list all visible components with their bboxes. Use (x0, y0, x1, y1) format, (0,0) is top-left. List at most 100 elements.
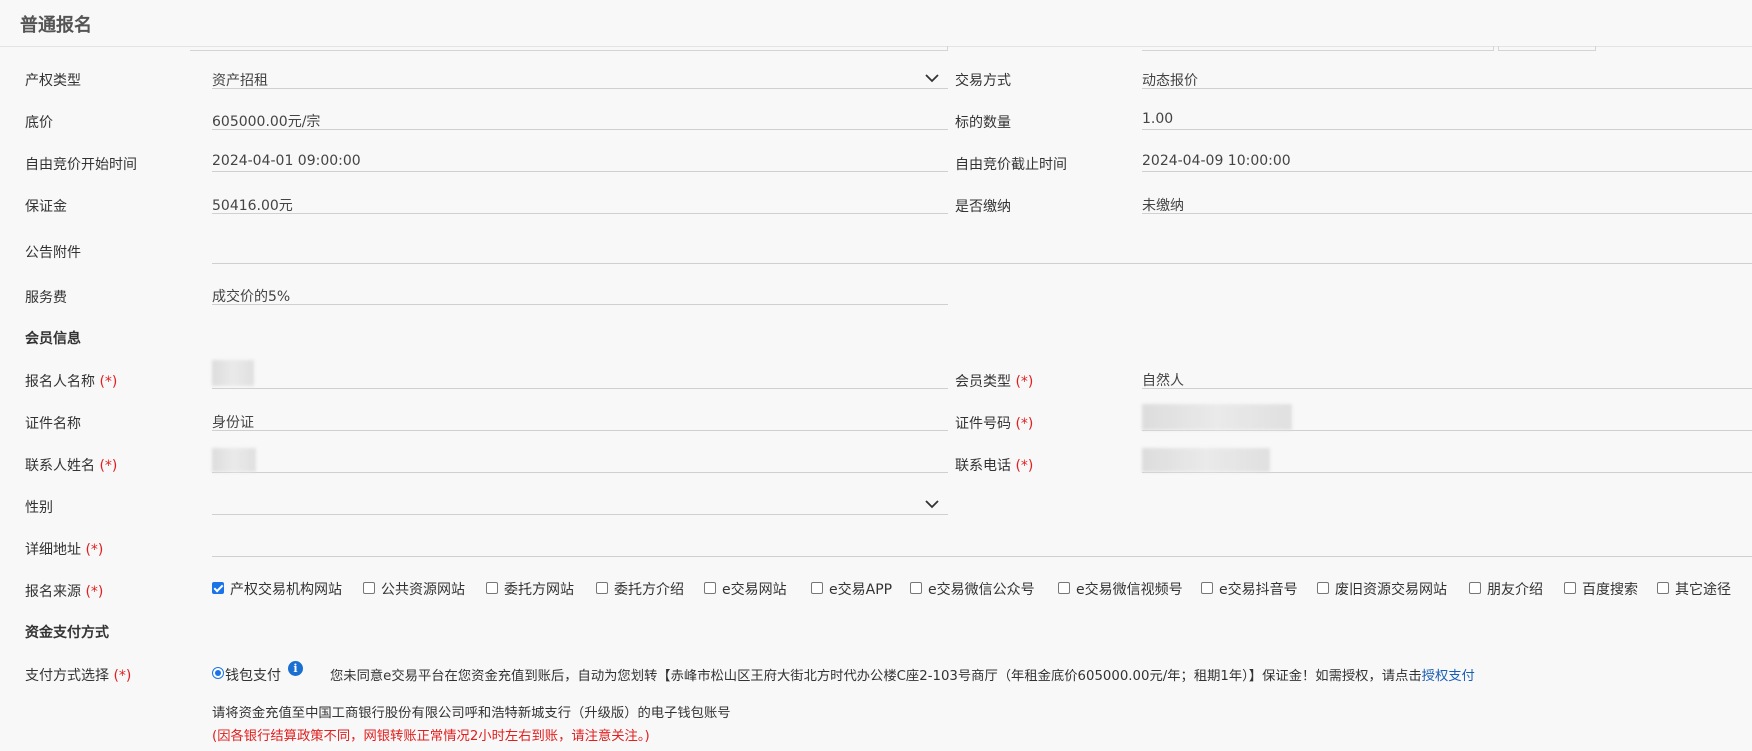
page-header: 普通报名 (0, 0, 1752, 47)
source-option-label[interactable]: 百度搜索 (1582, 579, 1638, 599)
base-price-label: 底价 (25, 115, 53, 131)
source-option-label[interactable]: 委托方介绍 (614, 579, 684, 599)
base-price-field: 605000.00元/宗 (212, 111, 948, 130)
info-icon[interactable]: i (288, 661, 303, 676)
source-option-label[interactable]: 公共资源网站 (381, 579, 465, 599)
chevron-down-icon (925, 500, 939, 509)
source-option-label[interactable]: e交易微信视频号 (1076, 579, 1183, 599)
source-option-label[interactable]: 其它途径 (1675, 579, 1731, 599)
bank-account-instruction: 请将资金充值至中国工商银行股份有限公司呼和浩特新城支行（升级版）的电子钱包账号 (212, 706, 731, 721)
transfer-warning: (因各银行结算政策不同，网银转账正常情况2小时左右到账，请注意关注。) (212, 729, 650, 744)
source-checkbox[interactable] (486, 582, 498, 594)
service-fee-field: 成交价的5% (212, 286, 948, 305)
required-marker: (*) (99, 458, 118, 474)
source-option-label[interactable]: 委托方网站 (504, 579, 574, 599)
source-checkbox[interactable] (212, 582, 224, 594)
deposit-label: 保证金 (25, 199, 67, 215)
source-checkbox[interactable] (704, 582, 716, 594)
address-input[interactable] (212, 538, 1752, 557)
member-section-title: 会员信息 (25, 331, 81, 347)
payment-method-label: 支付方式选择 (*) (25, 665, 131, 685)
redacted-value (212, 360, 254, 386)
property-type-select[interactable]: 资产招租 (212, 70, 948, 89)
paid-field: 未缴纳 (1142, 195, 1752, 214)
contact-name-label-text: 联系人姓名 (25, 458, 95, 474)
member-type-label-text: 会员类型 (955, 374, 1011, 390)
quantity-value: 1.00 (1142, 111, 1174, 127)
service-fee-value: 成交价的5% (212, 289, 291, 305)
redacted-value (1142, 448, 1270, 472)
contact-phone-label: 联系电话 (*) (955, 455, 1033, 475)
trade-method-label: 交易方式 (955, 73, 1011, 89)
start-time-label: 自由竞价开始时间 (25, 157, 137, 173)
end-time-value: 2024-04-09 10:00:00 (1142, 153, 1291, 169)
scrolled-button-stub (1498, 46, 1596, 51)
member-type-field: 自然人 (1142, 370, 1752, 389)
wallet-pay-label[interactable]: 钱包支付 (225, 665, 281, 685)
page-title: 普通报名 (20, 15, 92, 36)
source-checkbox[interactable] (596, 582, 608, 594)
required-marker: (*) (1015, 458, 1034, 474)
trade-method-field: 动态报价 (1142, 70, 1752, 89)
property-type-value: 资产招租 (212, 73, 268, 89)
attachment-field (212, 245, 1752, 264)
source-option-label[interactable]: e交易微信公众号 (928, 579, 1035, 599)
required-marker: (*) (113, 668, 132, 684)
id-number-input[interactable] (1142, 404, 1752, 431)
deposit-field: 50416.00元 (212, 195, 948, 214)
contact-phone-label-text: 联系电话 (955, 458, 1011, 474)
redacted-value (1142, 404, 1292, 430)
source-option-label[interactable]: e交易APP (829, 579, 892, 599)
member-type-value: 自然人 (1142, 373, 1184, 389)
redacted-value (212, 448, 256, 472)
gender-label: 性别 (25, 500, 53, 516)
required-marker: (*) (99, 374, 118, 390)
source-checkbox[interactable] (1564, 582, 1576, 594)
property-type-label: 产权类型 (25, 73, 81, 89)
notice-text: 您未同意e交易平台在您资金充值到账后，自动为您划转【赤峰市松山区王府大街北方时代… (330, 669, 1422, 684)
authorization-notice: 您未同意e交易平台在您资金充值到账后，自动为您划转【赤峰市松山区王府大街北方时代… (330, 665, 1475, 684)
base-price-value: 605000.00元/宗 (212, 114, 321, 130)
source-checkbox[interactable] (363, 582, 375, 594)
contact-phone-input[interactable] (1142, 448, 1752, 473)
contact-name-input[interactable] (212, 448, 948, 473)
authorize-pay-link[interactable]: 授权支付 (1422, 669, 1475, 684)
trade-method-value: 动态报价 (1142, 73, 1198, 89)
payment-method-label-text: 支付方式选择 (25, 668, 109, 684)
attachment-label: 公告附件 (25, 245, 81, 261)
source-option-label[interactable]: 朋友介绍 (1487, 579, 1543, 599)
scrolled-field-stub (1142, 46, 1494, 51)
wallet-pay-radio[interactable] (212, 667, 224, 679)
id-name-value: 身份证 (212, 415, 254, 431)
id-name-label: 证件名称 (25, 416, 81, 432)
source-checkbox[interactable] (1469, 582, 1481, 594)
source-option-label[interactable]: e交易抖音号 (1219, 579, 1298, 599)
contact-name-label: 联系人姓名 (*) (25, 455, 117, 475)
source-option-label[interactable]: 废旧资源交易网站 (1335, 579, 1447, 599)
source-option-label[interactable]: e交易网站 (722, 579, 787, 599)
source-label-text: 报名来源 (25, 584, 81, 600)
required-marker: (*) (1015, 374, 1034, 390)
source-checkbox[interactable] (1657, 582, 1669, 594)
source-option-label[interactable]: 产权交易机构网站 (230, 579, 342, 599)
required-marker: (*) (1015, 416, 1034, 432)
gender-select[interactable] (212, 496, 948, 515)
start-time-value: 2024-04-01 09:00:00 (212, 153, 361, 169)
payment-section-title: 资金支付方式 (25, 625, 109, 641)
source-checkbox[interactable] (910, 582, 922, 594)
paid-value: 未缴纳 (1142, 198, 1184, 214)
applicant-name-input[interactable] (212, 360, 948, 389)
id-number-label-text: 证件号码 (955, 416, 1011, 432)
source-checkbox[interactable] (1317, 582, 1329, 594)
source-checkbox[interactable] (811, 582, 823, 594)
paid-label: 是否缴纳 (955, 199, 1011, 215)
required-marker: (*) (85, 542, 104, 558)
id-name-field: 身份证 (212, 412, 948, 431)
deposit-value: 50416.00元 (212, 198, 293, 214)
applicant-name-label: 报名人名称 (*) (25, 371, 117, 391)
source-checkbox[interactable] (1058, 582, 1070, 594)
source-checkbox[interactable] (1201, 582, 1213, 594)
required-marker: (*) (85, 584, 104, 600)
applicant-name-label-text: 报名人名称 (25, 374, 95, 390)
chevron-down-icon (925, 74, 939, 83)
